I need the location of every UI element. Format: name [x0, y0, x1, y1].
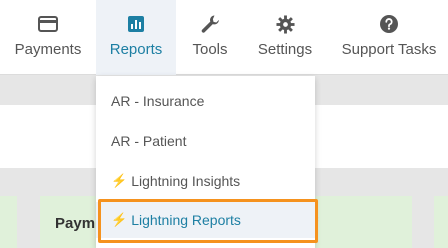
nav-item-reports[interactable]: Reports [96, 0, 176, 75]
wrench-icon [200, 14, 220, 34]
nav-label-reports: Reports [109, 41, 163, 58]
menu-item-ar-patient[interactable]: AR - Patient [96, 123, 315, 159]
nav-label-support-tasks: Support Tasks [341, 41, 437, 58]
credit-card-icon [38, 14, 58, 34]
lightning-bolt-icon: ⚡ [111, 212, 128, 227]
menu-item-label: AR - Insurance [111, 93, 205, 109]
nav-label-settings: Settings [257, 41, 313, 58]
nav-item-payments[interactable]: Payments [0, 0, 96, 75]
nav-item-tools[interactable]: Tools [176, 0, 244, 75]
menu-item-lightning-insights[interactable]: ⚡ Lightning Insights [96, 163, 315, 199]
menu-item-label: AR - Patient [111, 133, 187, 149]
menu-item-ar-insurance[interactable]: AR - Insurance [96, 83, 315, 119]
nav-label-tools: Tools [192, 41, 228, 58]
menu-item-lightning-reports[interactable]: ⚡ Lightning Reports [96, 202, 315, 238]
lightning-bolt-icon: ⚡ [111, 173, 128, 188]
nav-label-payments: Payments [14, 41, 82, 58]
menu-item-label: Lightning Insights [131, 173, 241, 189]
dashboard-card-left [0, 196, 17, 248]
menu-item-label: Lightning Reports [131, 212, 241, 228]
question-circle-icon [380, 14, 398, 34]
nav-item-settings[interactable]: Settings [244, 0, 326, 75]
top-navbar: Payments Reports Tools Settings Support … [0, 0, 448, 75]
nav-item-support-tasks[interactable]: Support Tasks [334, 0, 444, 75]
bar-chart-icon [128, 14, 144, 34]
gear-icon [275, 14, 295, 34]
reports-dropdown-menu: AR - Insurance AR - Patient ⚡ Lightning … [96, 76, 315, 248]
dashboard-card-right [434, 196, 448, 248]
card-title: Paym f [55, 215, 318, 232]
